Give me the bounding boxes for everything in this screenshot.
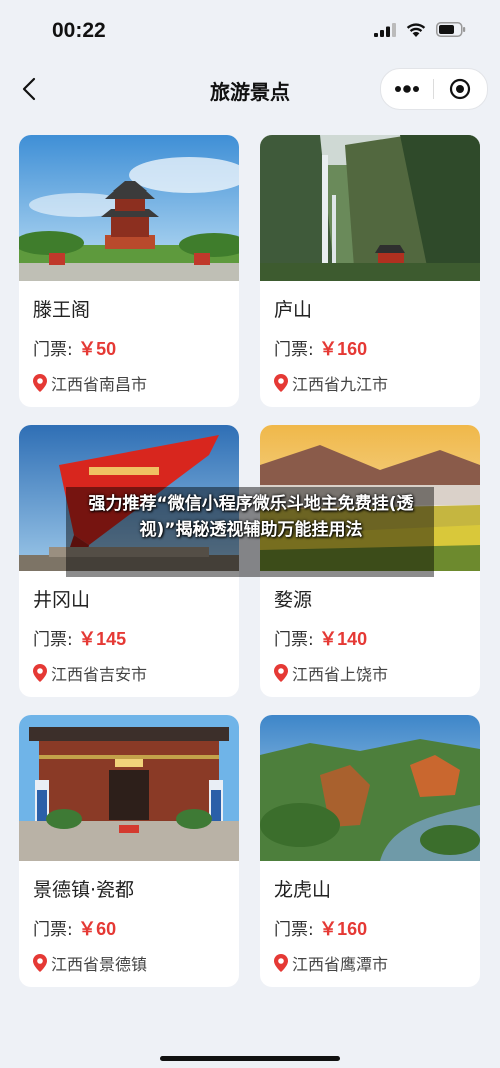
attraction-name: 庐山 [274, 299, 313, 321]
more-dots-icon [395, 85, 419, 93]
close-mini-program-button[interactable] [434, 69, 486, 109]
price-label: 门票: [33, 630, 73, 650]
location-text: 江西省鹰潭市 [292, 955, 389, 974]
price-label: 门票: [274, 920, 314, 940]
price-value: ￥140 [319, 629, 368, 649]
attraction-card[interactable]: 庐山 门票: ￥160 江西省九江市 [260, 135, 480, 407]
price-label: 门票: [33, 920, 73, 940]
attraction-card[interactable]: 滕王阁 门票: ￥50 江西省南昌市 [19, 135, 239, 407]
status-time: 00:22 [52, 19, 106, 42]
attraction-card[interactable]: 龙虎山 门票: ￥160 江西省鹰潭市 [260, 715, 480, 987]
location-text: 江西省南昌市 [51, 375, 148, 394]
location-text: 江西省景德镇 [51, 955, 148, 974]
price-label: 门票: [274, 630, 314, 650]
attraction-photo [260, 715, 480, 861]
attraction-name: 龙虎山 [274, 879, 332, 901]
more-button[interactable] [381, 69, 433, 109]
location-pin-icon [33, 374, 47, 392]
ticket-price: 门票: ￥145 [33, 625, 126, 651]
ticket-price: 门票: ￥50 [33, 335, 116, 361]
location-pin-icon [274, 664, 288, 682]
ticket-price: 门票: ￥140 [274, 625, 367, 651]
price-label: 门票: [33, 340, 73, 360]
price-value: ￥60 [78, 919, 117, 939]
attraction-photo [260, 135, 480, 281]
status-icons [374, 22, 466, 37]
location-pin-icon [33, 664, 47, 682]
price-value: ￥50 [78, 339, 117, 359]
attraction-card[interactable]: 景德镇·瓷都 门票: ￥60 江西省景德镇 [19, 715, 239, 987]
navigation-bar: 旅游景点 [0, 60, 500, 118]
attraction-name: 婺源 [274, 589, 313, 611]
home-indicator[interactable] [160, 1056, 340, 1061]
back-button[interactable] [14, 72, 44, 106]
ticket-price: 门票: ￥160 [274, 915, 367, 941]
attraction-name: 滕王阁 [33, 299, 91, 321]
attraction-location: 江西省鹰潭市 [274, 951, 388, 975]
attraction-name: 井冈山 [33, 589, 91, 611]
mini-program-capsule [380, 68, 488, 110]
watermark-overlay-text: 强力推荐“微信小程序微乐斗地主免费挂(透视)”揭秘透视辅助万能挂用法 [88, 494, 414, 540]
price-value: ￥160 [319, 339, 368, 359]
location-pin-icon [274, 954, 288, 972]
attraction-location: 江西省景德镇 [33, 951, 147, 975]
location-text: 江西省吉安市 [51, 665, 148, 684]
price-label: 门票: [274, 340, 314, 360]
ticket-price: 门票: ￥60 [33, 915, 116, 941]
price-value: ￥160 [319, 919, 368, 939]
attraction-location: 江西省吉安市 [33, 661, 147, 685]
cellular-signal-icon [374, 22, 396, 37]
price-value: ￥145 [78, 629, 127, 649]
attraction-name: 景德镇·瓷都 [33, 879, 135, 901]
attraction-location: 江西省九江市 [274, 371, 388, 395]
location-text: 江西省九江市 [292, 375, 389, 394]
chevron-left-icon [22, 77, 36, 101]
location-text: 江西省上饶市 [292, 665, 389, 684]
attraction-photo [19, 135, 239, 281]
status-bar: 00:22 [0, 0, 500, 60]
location-pin-icon [33, 954, 47, 972]
attraction-photo [19, 715, 239, 861]
battery-icon [436, 22, 466, 37]
attraction-location: 江西省南昌市 [33, 371, 147, 395]
location-pin-icon [274, 374, 288, 392]
target-close-icon [449, 78, 471, 100]
ticket-price: 门票: ￥160 [274, 335, 367, 361]
attraction-location: 江西省上饶市 [274, 661, 388, 685]
wifi-icon [406, 23, 426, 37]
